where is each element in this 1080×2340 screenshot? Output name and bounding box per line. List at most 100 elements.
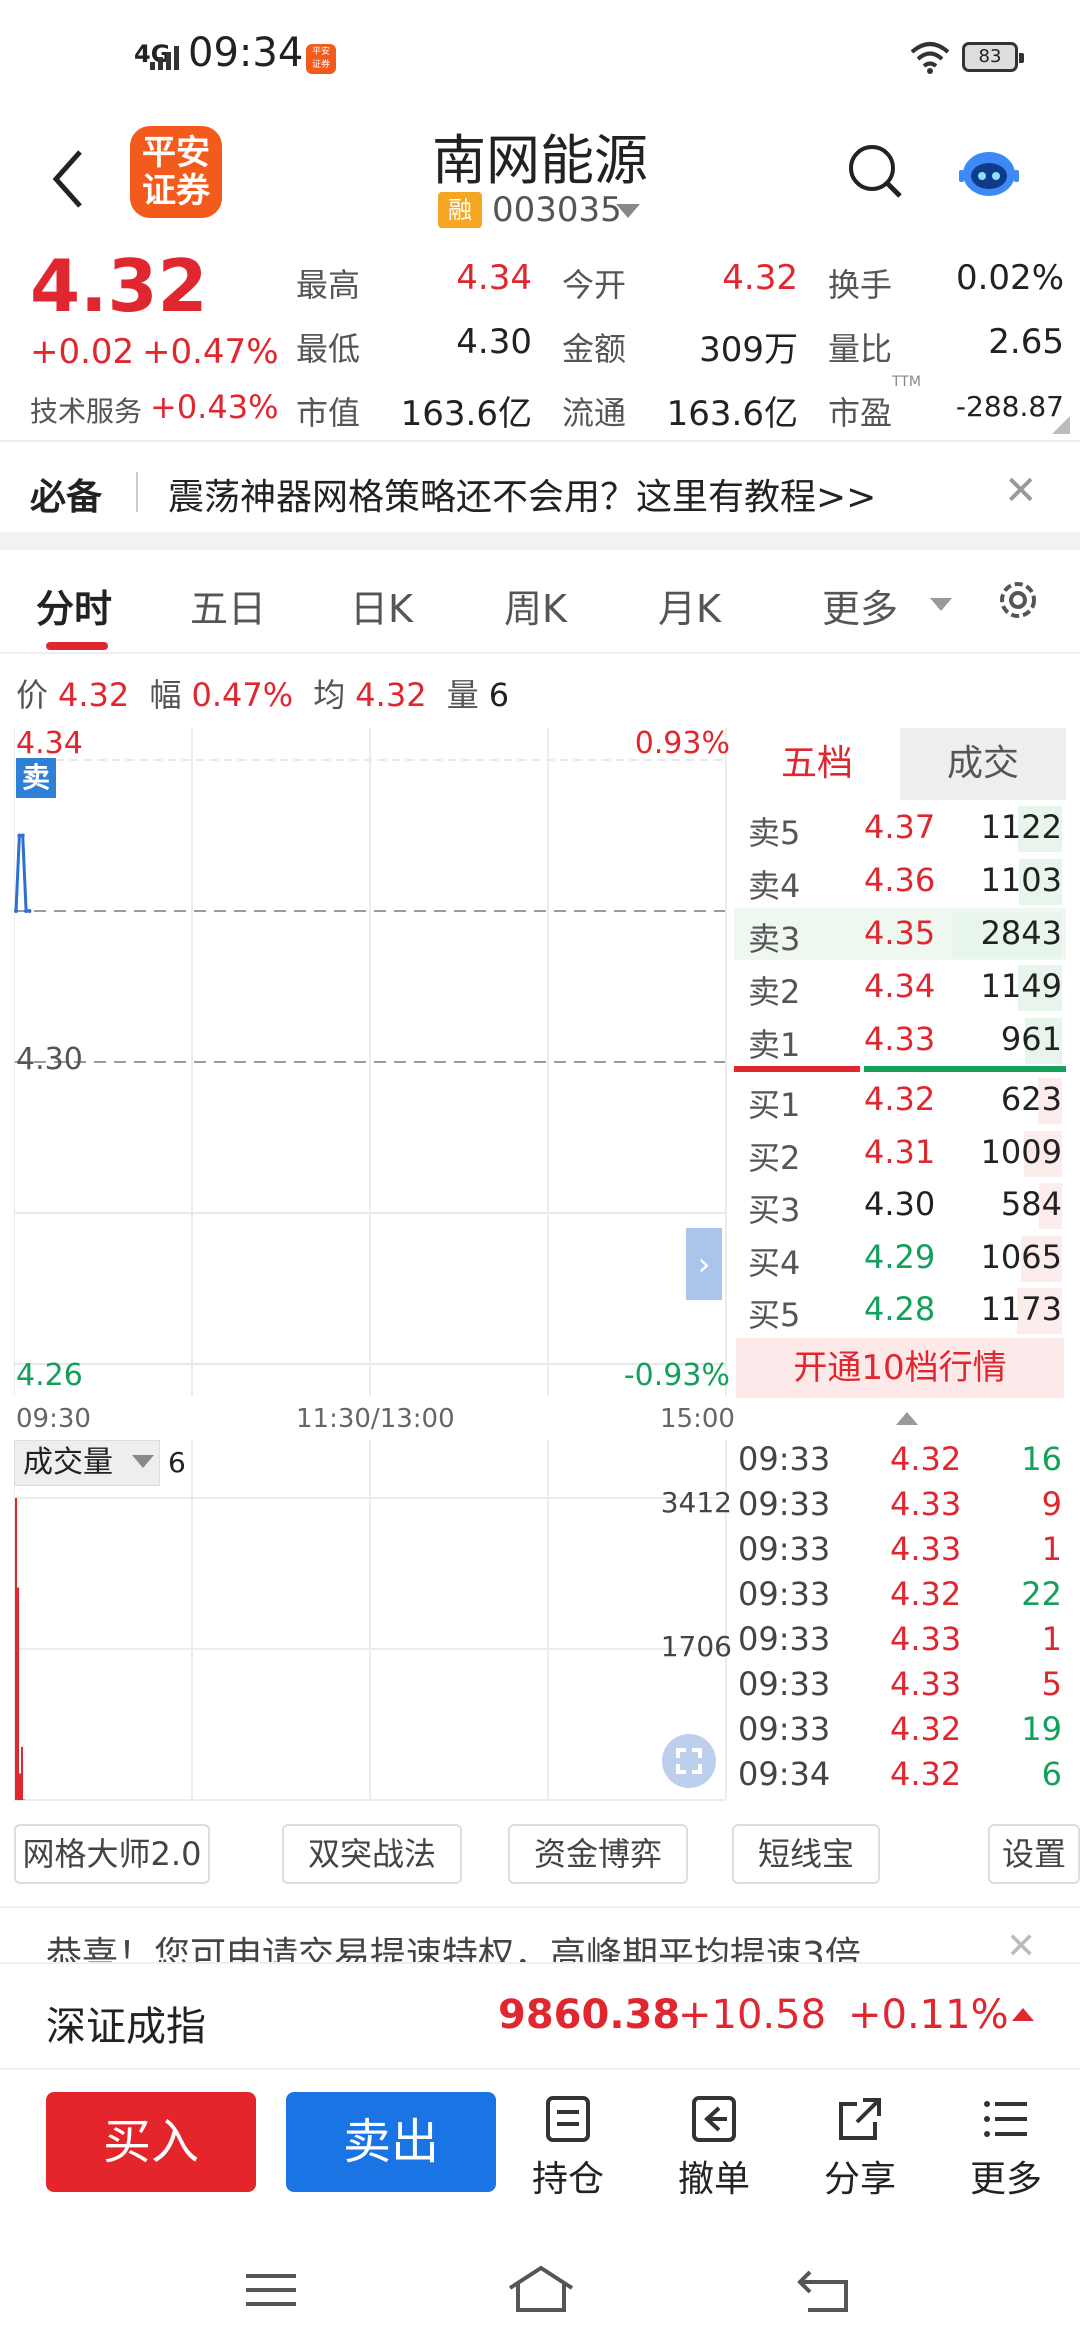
more-button[interactable]: 更多 — [956, 2094, 1056, 2202]
share-button[interactable]: 分享 — [810, 2094, 910, 2202]
trade-time: 09:33 — [738, 1485, 831, 1523]
close-icon[interactable]: ✕ — [1006, 1926, 1036, 1967]
gear-icon[interactable] — [994, 576, 1042, 624]
divider — [0, 440, 1080, 442]
menu-icon[interactable] — [244, 2270, 298, 2310]
y-tick-label: 4.34 — [16, 726, 83, 761]
index-ticker-bar[interactable]: 深证成指 9860.38 +10.58 +0.11% — [0, 1962, 1080, 2070]
sell-button[interactable]: 卖出 — [286, 2092, 496, 2192]
chevron-down-icon[interactable] — [616, 204, 640, 218]
holdings-button[interactable]: 持仓 — [518, 2094, 618, 2202]
level-label: 卖2 — [748, 973, 801, 1011]
level-label: 卖5 — [748, 814, 801, 852]
share-icon — [839, 2098, 881, 2140]
tab-intraday[interactable]: 分时 — [36, 578, 112, 633]
notice-bar[interactable]: 必备 震荡神器网格策略还不会用？这里有教程>> ✕ — [0, 446, 1080, 536]
close-icon[interactable]: ✕ — [1004, 468, 1038, 514]
upgrade-level10-button[interactable]: 开通10档行情 — [736, 1338, 1064, 1398]
tool-double-breakout-button[interactable]: 双突战法 — [282, 1824, 462, 1884]
mcap-label: 市值 — [296, 394, 361, 432]
cancel-order-label: 撤单 — [677, 2159, 750, 2200]
index-change-pct: +0.11% — [848, 1992, 1009, 2038]
expand-corner-icon[interactable] — [1052, 416, 1070, 434]
trade-time: 09:33 — [738, 1440, 831, 1478]
promo-banner-text[interactable]: 恭喜！您可申请交易提速特权，高峰期平均提速3倍 — [46, 1926, 966, 1962]
trade-tick-row: 09:33 4.33 9 — [736, 1485, 1066, 1529]
bid-level-row[interactable]: 买4 4.29 1065 — [734, 1232, 1066, 1284]
trade-price: 4.32 — [890, 1710, 962, 1748]
home-icon[interactable] — [506, 2264, 576, 2314]
avg-info-label: 均 — [313, 676, 346, 714]
tab-weekly-k[interactable]: 周K — [504, 578, 567, 633]
tab-five-day[interactable]: 五日 — [190, 578, 266, 633]
chevron-up-icon[interactable] — [1012, 2008, 1034, 2021]
level-label: 买4 — [748, 1243, 801, 1282]
ask-level-row[interactable]: 卖3 4.35 2843 — [734, 908, 1066, 960]
notice-text[interactable]: 震荡神器网格策略还不会用？这里有教程>> — [168, 468, 876, 520]
amount-label: 金额 — [562, 330, 627, 368]
tool-fund-game-button[interactable]: 资金博弈 — [508, 1824, 688, 1884]
intraday-price-chart[interactable] — [14, 728, 728, 1396]
tab-monthly-k[interactable]: 月K — [658, 578, 721, 633]
trade-vol: 5 — [1041, 1665, 1062, 1703]
bid-level-row[interactable]: 买5 4.28 1173 — [734, 1284, 1066, 1336]
tool-short-term-button[interactable]: 短线宝 — [732, 1824, 880, 1884]
low-value: 4.30 — [456, 322, 532, 362]
tool-settings-button[interactable]: 设置 — [988, 1824, 1080, 1884]
sell-marker[interactable]: 卖 — [16, 758, 56, 798]
chevron-right-icon[interactable]: › — [686, 1228, 722, 1300]
trade-tick-row: 09:33 4.33 5 — [736, 1665, 1066, 1709]
notice-tag: 必备 — [30, 477, 103, 518]
tab-more[interactable]: 更多 — [822, 578, 898, 633]
trade-vol: 1 — [1041, 1620, 1062, 1658]
ask-level-row[interactable]: 卖2 4.34 1149 — [734, 961, 1066, 1013]
volume-bar — [23, 1799, 25, 1800]
level-label: 卖4 — [748, 867, 801, 905]
bid-level-row[interactable]: 买2 4.31 1009 — [734, 1127, 1066, 1179]
open-value: 4.32 — [722, 258, 798, 298]
back-nav-icon[interactable] — [796, 2268, 852, 2314]
stock-code[interactable]: 003035 — [492, 190, 622, 230]
tab-five-levels[interactable]: 五档 — [734, 728, 900, 800]
chart-grid — [14, 728, 727, 1396]
bid-level-row[interactable]: 买1 4.32 623 — [734, 1074, 1066, 1126]
trade-tick-row: 09:33 4.33 1 — [736, 1530, 1066, 1574]
trade-time: 09:33 — [738, 1530, 831, 1568]
chevron-down-icon[interactable] — [930, 598, 952, 611]
chevron-down-icon[interactable] — [132, 1455, 154, 1468]
amount-value: 309万 — [699, 330, 798, 370]
level-volume: 1103 — [980, 861, 1062, 899]
price-point — [14, 909, 18, 913]
trade-vol: 6 — [1041, 1755, 1062, 1793]
price-info-label: 价 — [16, 676, 49, 714]
buy-button[interactable]: 买入 — [46, 2092, 256, 2192]
price-line — [14, 834, 30, 913]
chevron-up-icon[interactable] — [896, 1412, 918, 1425]
sector-name[interactable]: 技术服务 — [30, 390, 142, 430]
level-volume: 1009 — [980, 1132, 1062, 1171]
ask-level-row[interactable]: 卖1 4.33 961 — [734, 1014, 1066, 1066]
share-label: 分享 — [823, 2159, 896, 2200]
vol-info-value: 6 — [488, 676, 510, 714]
trade-tick-row: 09:34 4.32 6 — [736, 1755, 1066, 1799]
search-icon[interactable] — [846, 142, 904, 200]
cancel-order-button[interactable]: 撤单 — [664, 2094, 764, 2202]
fullscreen-icon[interactable] — [662, 1734, 716, 1788]
ask-level-row[interactable]: 卖4 4.36 1103 — [734, 855, 1066, 907]
level-volume: 2843 — [980, 914, 1062, 952]
tab-trades[interactable]: 成交 — [900, 728, 1066, 800]
tab-daily-k[interactable]: 日K — [350, 578, 413, 633]
float-value: 163.6亿 — [666, 394, 798, 434]
level-volume: 1149 — [980, 967, 1062, 1005]
sector-change-pct[interactable]: +0.43% — [150, 388, 278, 426]
level-price: 4.33 — [864, 1020, 936, 1058]
ask-level-row[interactable]: 卖5 4.37 1122 — [734, 802, 1066, 854]
divider — [0, 1906, 1080, 1908]
tool-grid-master-button[interactable]: 网格大师2.0 — [14, 1824, 210, 1884]
volume-chart[interactable] — [14, 1440, 728, 1802]
amp-info-value: 0.47% — [191, 676, 294, 714]
robot-assistant-icon[interactable] — [958, 144, 1020, 200]
crosshair-info: 价 4.32 幅 0.47% 均 4.32 量6 — [16, 670, 519, 716]
bid-level-row[interactable]: 买3 4.30 584 — [734, 1179, 1066, 1231]
level-volume: 584 — [1000, 1185, 1062, 1223]
